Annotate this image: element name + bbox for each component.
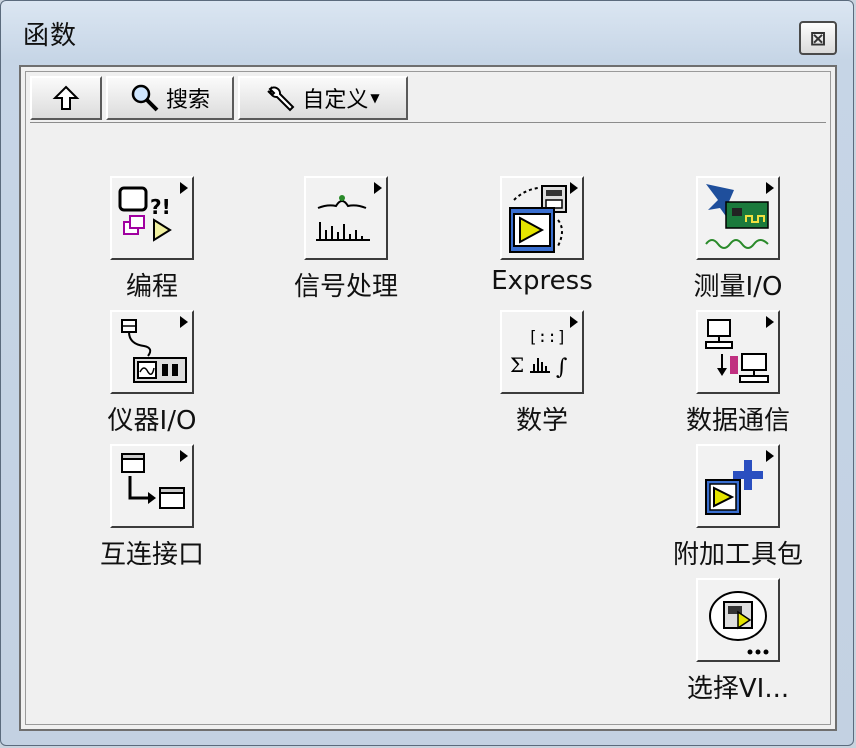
addons-label: 附加工具包 — [672, 540, 803, 570]
search-label: 搜索 — [165, 88, 210, 113]
measurement-io-icon — [696, 176, 780, 260]
palette-content: 搜索 自定义 ▼ ?! 编程 仪器I/O 互连接口 信号处理 Express [… — [25, 71, 831, 725]
signal-processing-label: 信号处理 — [293, 272, 398, 302]
dropdown-triangle-icon: ▼ — [370, 91, 380, 105]
programming-label: 编程 — [125, 272, 178, 302]
palette-item-data-communication[interactable]: 数据通信 — [668, 310, 808, 437]
functions-palette-window: 函数 ⊠ 搜索 自定义 ▼ ?! 编程 仪器I/O 互连接口 信号处理 Expr… — [0, 0, 854, 746]
data-communication-label: 数据通信 — [685, 406, 790, 436]
palette-toolbar: 搜索 自定义 ▼ — [30, 74, 826, 123]
palette-item-select-vi[interactable]: 选择VI... — [668, 578, 808, 705]
svg-text:Σ: Σ — [510, 353, 524, 377]
palette-item-instrument-io[interactable]: 仪器I/O — [82, 310, 222, 437]
connectivity-icon — [110, 444, 194, 528]
instrument-io-icon — [110, 310, 194, 394]
select-vi-label: 选择VI... — [686, 674, 790, 704]
palette-item-programming[interactable]: ?! 编程 — [82, 176, 222, 303]
up-arrow-icon — [52, 85, 80, 110]
palette-item-connectivity[interactable]: 互连接口 — [82, 444, 222, 571]
search-icon — [131, 84, 159, 112]
addons-icon — [696, 444, 780, 528]
customize-button[interactable]: 自定义 ▼ — [238, 76, 408, 120]
data-communication-icon — [696, 310, 780, 394]
up-button[interactable] — [30, 76, 102, 120]
wrench-icon — [267, 86, 295, 112]
connectivity-label: 互连接口 — [99, 540, 204, 570]
palette-item-signal-processing[interactable]: 信号处理 — [276, 176, 416, 303]
select-vi-icon — [696, 578, 780, 662]
palette-item-mathematics[interactable]: [::] Σ ∫ 数学 — [472, 310, 612, 437]
palette-item-addons[interactable]: 附加工具包 — [668, 444, 808, 571]
instrument-io-label: 仪器I/O — [107, 406, 197, 436]
signal-processing-icon — [304, 176, 388, 260]
svg-text:?!: ?! — [150, 195, 171, 219]
palette-panel: 搜索 自定义 ▼ ?! 编程 仪器I/O 互连接口 信号处理 Express [… — [19, 65, 837, 731]
mathematics-label: 数学 — [515, 406, 568, 436]
title-bar[interactable]: 函数 ⊠ — [1, 1, 853, 63]
window-title: 函数 — [23, 21, 78, 51]
programming-icon: ?! — [110, 176, 194, 260]
express-label: Express — [491, 266, 593, 296]
palette-item-measurement-io[interactable]: 测量I/O — [668, 176, 808, 303]
measurement-io-label: 测量I/O — [693, 272, 783, 302]
palette-item-express[interactable]: Express — [472, 176, 612, 296]
customize-label: 自定义 — [302, 88, 369, 113]
svg-text:∫: ∫ — [556, 355, 568, 380]
close-button[interactable]: ⊠ — [799, 21, 837, 55]
mathematics-icon: [::] Σ ∫ — [500, 310, 584, 394]
search-button[interactable]: 搜索 — [106, 76, 234, 120]
svg-text:[::]: [::] — [528, 327, 567, 346]
close-icon: ⊠ — [809, 26, 827, 50]
express-icon — [500, 176, 584, 260]
